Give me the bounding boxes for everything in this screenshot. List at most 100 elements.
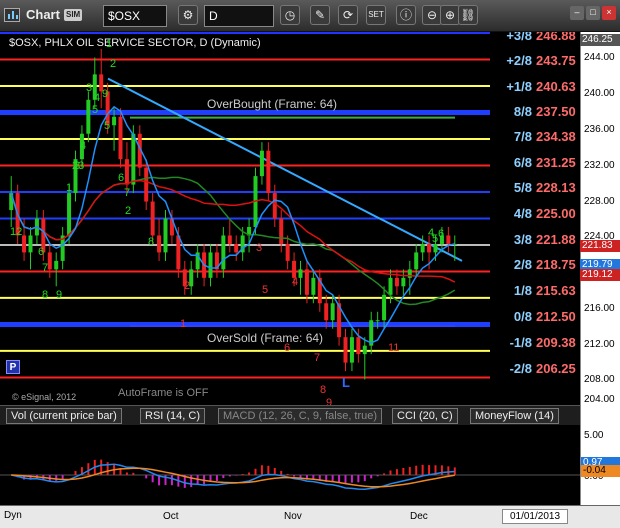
chart-app-icon [4,8,20,22]
murrey-label: 0/8 212.50 [494,309,576,324]
indicator-tab[interactable]: CCI (20, C) [392,408,458,424]
price-chart[interactable]: $OSX, PHLX OIL SERVICE SECTOR, D (Dynami… [0,32,580,405]
candle-body [401,277,406,287]
set-icon[interactable]: SET [366,5,386,25]
clock-icon[interactable]: ◷ [280,5,300,25]
candle-body [285,243,290,261]
low-marker: L [342,375,350,390]
candle-body [433,243,438,253]
murrey-fraction: 1/8 [513,283,532,298]
candle-body [131,133,136,185]
indicator-tab[interactable]: MACD (12, 26, C, 9, false, true) [218,408,383,424]
macd-pane[interactable] [0,425,580,505]
interval-select[interactable]: D [204,5,274,27]
candle-body [394,277,399,287]
candle-body [47,252,52,270]
candle-body [407,269,412,278]
murrey-fraction: +3/8 [506,32,532,43]
price-tick: 228.00 [584,196,615,207]
sequence-count-red: 5 [262,284,269,296]
murrey-fraction: 0/8 [513,309,532,324]
sequence-count-red: 11 [388,342,400,354]
candle-body [67,193,72,236]
murrey-price: 237.50 [536,104,576,119]
candle-body [266,150,271,194]
maximize-icon[interactable]: □ [586,6,600,20]
ma-mid-line [10,176,456,306]
candle-body [221,235,226,270]
price-axis[interactable]: 244.00240.00236.00232.00228.00224.00220.… [580,32,620,405]
murrey-label: 3/8 221.88 [494,232,576,247]
price-tick: 232.00 [584,160,615,171]
candle-body [362,345,367,355]
sequence-count-red: 3 [256,242,263,254]
candle-body [22,235,27,253]
symbol-input[interactable]: $OSX [103,5,167,27]
top-price-tag: 246.25 [580,34,620,46]
candle-body [375,320,380,322]
candle-body [118,116,123,160]
murrey-fraction: +2/8 [506,53,532,68]
refresh-icon[interactable]: ⟳ [338,5,358,25]
candle-body [208,252,213,278]
murrey-price: 234.38 [536,129,576,144]
sequence-count-green: 8 [148,236,155,248]
sequence-count-green: 23 [72,160,85,172]
murrey-fraction: 7/8 [513,129,532,144]
candle-body [382,294,387,321]
link-icon[interactable]: ⛓ [458,5,478,25]
tabs-axis-spacer [580,405,620,425]
time-axis[interactable]: Dyn Oct Nov Dec 01/01/2013 [0,505,620,528]
murrey-price: 231.25 [536,155,576,170]
murrey-price: 206.25 [536,361,576,376]
oversold-label: OverSold (Frame: 64) [207,331,324,345]
murrey-label: +1/8 240.63 [494,79,576,94]
candle-body [324,303,329,321]
murrey-fraction: -1/8 [509,335,532,350]
date-field[interactable]: 01/01/2013 [502,509,568,524]
sequence-count-green: 1 [106,38,113,50]
sequence-count-green: 3 [86,82,93,94]
sequence-count-green: 6 [38,246,45,258]
candle-body [112,116,117,126]
sequence-count-red: 6 [284,342,291,354]
indicator-tab[interactable]: MoneyFlow (14) [470,408,559,424]
zoom-in-icon[interactable]: ⊕ [440,5,460,25]
sequence-count-red: 9 [326,397,333,405]
chart-title: $OSX, PHLX OIL SERVICE SECTOR, D (Dynami… [9,37,261,49]
murrey-price: 246.88 [536,32,576,43]
autoframe-note: AutoFrame is OFF [118,387,209,399]
zoom-out-icon[interactable]: ⊖ [422,5,442,25]
indicator-tab[interactable]: Vol (current price bar) [6,408,122,424]
murrey-price: 228.13 [536,180,576,195]
murrey-label: 6/8 231.25 [494,155,576,170]
price-tick: 212.00 [584,339,615,350]
p-button[interactable]: P [6,360,20,374]
murrey-fraction: -2/8 [509,361,532,376]
draw-pencil-icon[interactable]: ✎ [310,5,330,25]
sequence-count-red: 7 [314,352,321,364]
last-price-tag: 221.83 [580,240,620,252]
sequence-count-green: 1 [66,182,73,194]
candle-body [150,201,155,236]
settings-gear-icon[interactable]: ⚙ [178,5,198,25]
indicator-tab[interactable]: RSI (14, C) [140,408,206,424]
price-tick: 244.00 [584,52,615,63]
close-icon[interactable]: × [602,6,616,20]
candle-body [279,218,284,244]
info-icon[interactable]: ⓘ [396,5,416,25]
candle-body [54,260,59,270]
sequence-count-green: 7 [124,187,131,199]
sequence-count-green: 2 [110,58,117,70]
candle-body [144,167,149,202]
chart-toolbar: Chart SIM $OSX ⚙ D ◷ ✎ ⟳ SET ⓘ ⊖ ⊕ ⛓ – □… [0,0,620,32]
candle-body [227,235,232,244]
overbought-label: OverBought (Frame: 64) [207,97,338,111]
candle-body [176,235,181,270]
minimize-icon[interactable]: – [570,6,584,20]
murrey-label: +2/8 243.75 [494,53,576,68]
murrey-fraction: +1/8 [506,79,532,94]
murrey-fraction: 8/8 [513,104,532,119]
dyn-label[interactable]: Dyn [4,510,22,521]
sequence-count-red: 4 [292,276,299,288]
